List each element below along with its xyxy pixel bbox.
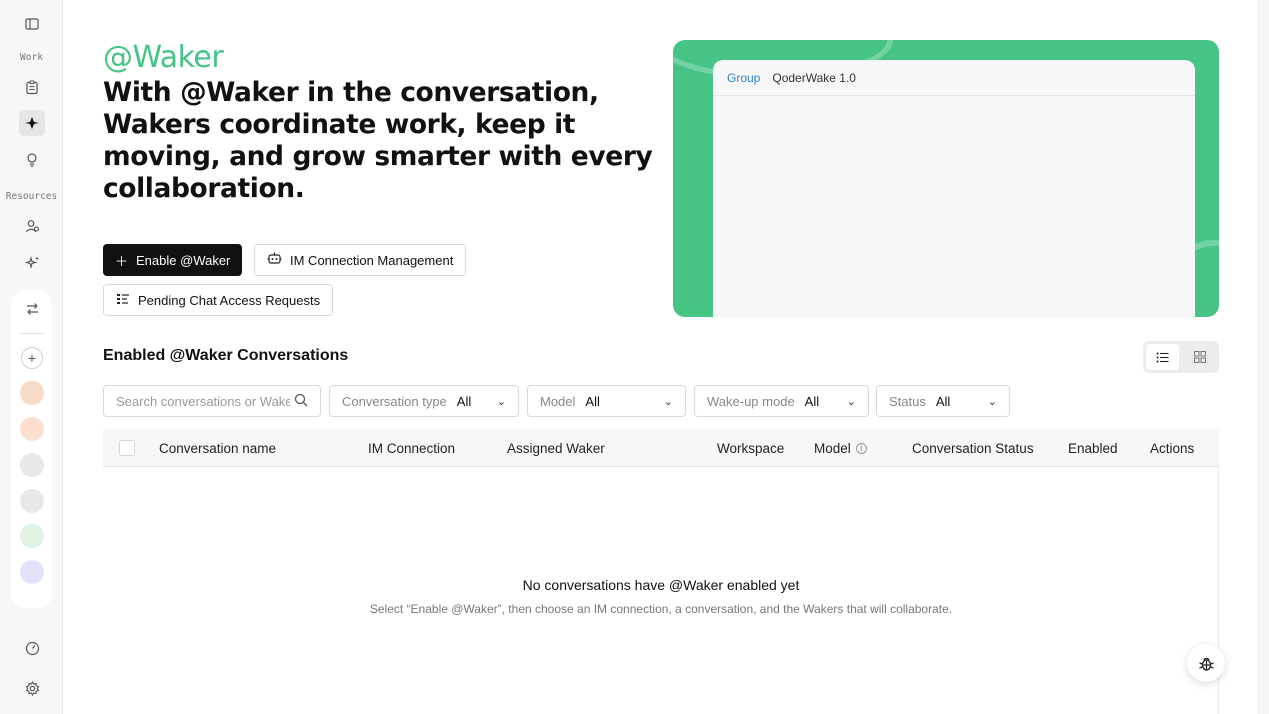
model-select[interactable]: Model All ⌄ — [527, 385, 686, 417]
preview-tab-name: QoderWake 1.0 — [772, 70, 856, 85]
view-toggle — [1143, 341, 1219, 373]
search-placeholder: Search conversations or Wakers — [116, 393, 290, 409]
preview-tabbar: Group QoderWake 1.0 — [713, 60, 1195, 96]
avatar[interactable] — [20, 524, 44, 548]
enable-waker-button[interactable]: ＋ Enable @Waker — [103, 244, 243, 276]
people-icon[interactable] — [19, 213, 45, 239]
avatar[interactable] — [20, 560, 44, 584]
model-label: Model — [540, 393, 576, 409]
column-header[interactable]: Conversation name — [159, 429, 276, 467]
status-value: All — [935, 393, 951, 409]
chevron-down-icon: ⌄ — [846, 395, 856, 408]
status-label: Status — [889, 393, 926, 409]
column-header[interactable]: IM Connection — [368, 429, 455, 467]
list-icon — [116, 293, 130, 308]
add-waker-button[interactable]: + — [21, 347, 43, 369]
select-all-checkbox[interactable] — [119, 440, 135, 456]
sidebar-section-resources: Resources — [5, 191, 58, 202]
main-content: @Waker With @Waker in the conversation, … — [63, 0, 1257, 714]
column-header[interactable]: Conversation Status — [912, 429, 1034, 467]
sidebar-toggle-icon[interactable] — [19, 11, 45, 37]
swap-icon[interactable] — [19, 296, 45, 322]
scrollbar-track[interactable] — [1257, 0, 1269, 714]
enable-waker-label: Enable @Waker — [136, 252, 231, 268]
sidebar: Work Resources + — [0, 0, 63, 714]
avatar[interactable] — [20, 417, 44, 441]
gear-icon[interactable] — [19, 675, 45, 701]
conversation-type-value: All — [456, 393, 472, 409]
wake-up-mode-select[interactable]: Wake-up mode All ⌄ — [694, 385, 869, 417]
chevron-down-icon: ⌄ — [496, 395, 506, 408]
conversation-type-select[interactable]: Conversation type All ⌄ — [329, 385, 519, 417]
status-select[interactable]: Status All ⌄ — [876, 385, 1010, 417]
table-header: Conversation name IM Connection Assigned… — [103, 429, 1219, 467]
column-header-model[interactable]: Model i — [814, 429, 867, 467]
waker-icon[interactable] — [19, 110, 45, 136]
empty-state-subtitle: Select “Enable @Waker”, then choose an I… — [369, 602, 953, 616]
column-header[interactable]: Actions — [1150, 429, 1194, 467]
page-headline: With @Waker in the conversation, Wakers … — [103, 77, 653, 204]
list-view-icon[interactable] — [1146, 344, 1179, 370]
avatar[interactable] — [20, 453, 44, 477]
column-header: Model — [814, 440, 851, 456]
sidebar-divider — [20, 333, 44, 334]
bug-report-icon[interactable] — [1187, 644, 1225, 682]
sidebar-section-work: Work — [20, 52, 43, 63]
pending-requests-label: Pending Chat Access Requests — [138, 292, 321, 308]
grid-view-icon[interactable] — [1183, 344, 1216, 370]
im-connection-button[interactable]: IM Connection Management — [254, 244, 467, 276]
preview-window: Group QoderWake 1.0 — [713, 60, 1195, 317]
conversation-type-label: Conversation type — [342, 393, 447, 409]
wake-up-mode-label: Wake-up mode — [707, 393, 795, 409]
avatar[interactable] — [20, 381, 44, 405]
model-value: All — [585, 393, 600, 409]
brand-title: @Waker — [103, 40, 224, 75]
empty-state-title: No conversations have @Waker enabled yet — [522, 577, 800, 593]
im-connection-label: IM Connection Management — [290, 252, 454, 268]
column-header[interactable]: Workspace — [717, 429, 784, 467]
search-icon — [294, 393, 308, 410]
sparkle-icon[interactable] — [19, 249, 45, 275]
clipboard-icon[interactable] — [19, 74, 45, 100]
gauge-icon[interactable] — [19, 635, 45, 661]
wake-up-mode-value: All — [804, 393, 820, 409]
plus-icon: ＋ — [115, 253, 129, 269]
lightbulb-icon[interactable] — [19, 146, 45, 172]
preview-illustration: Group QoderWake 1.0 — [673, 40, 1219, 317]
column-header[interactable]: Assigned Waker — [507, 429, 605, 467]
info-icon[interactable]: i — [855, 442, 867, 454]
avatar[interactable] — [20, 489, 44, 513]
section-title: Enabled @Waker Conversations — [103, 347, 349, 364]
pending-requests-button[interactable]: Pending Chat Access Requests — [103, 284, 334, 316]
column-header[interactable]: Enabled — [1068, 429, 1118, 467]
preview-tab-group: Group — [727, 70, 761, 85]
chevron-down-icon: ⌄ — [663, 395, 673, 408]
robot-icon — [267, 252, 282, 268]
search-input[interactable]: Search conversations or Wakers — [103, 385, 321, 417]
chevron-down-icon: ⌄ — [987, 395, 997, 408]
